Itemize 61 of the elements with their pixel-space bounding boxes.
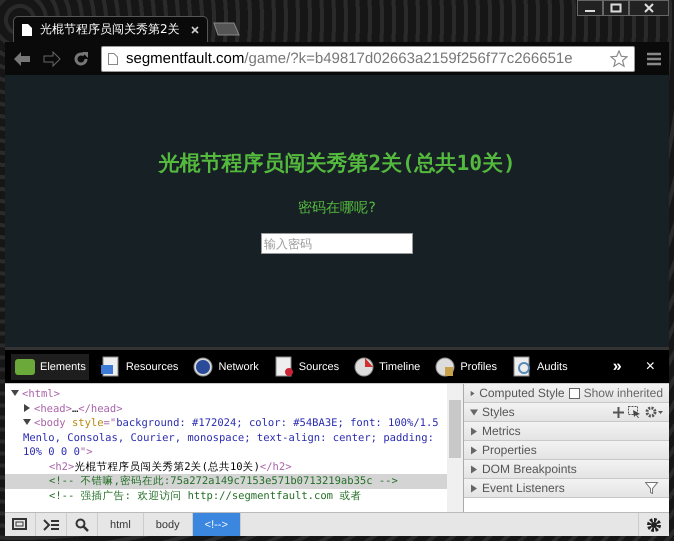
add-icon[interactable] <box>613 406 624 418</box>
expand-triangle-icon[interactable] <box>470 388 476 398</box>
devtools-tab[interactable]: Network <box>189 354 262 380</box>
devtools-tab[interactable]: Audits <box>508 354 571 380</box>
devtools-tab[interactable]: Resources <box>96 354 182 380</box>
sidebar-section[interactable]: DOM Breakpoints <box>464 460 669 479</box>
page-icon <box>22 24 32 36</box>
close-icon[interactable] <box>629 0 669 16</box>
devtools-tab[interactable]: Sources <box>270 354 342 380</box>
sidebar-section[interactable]: Styles <box>464 403 669 422</box>
sidebar-section[interactable]: Computed Style Show inherited <box>464 384 669 403</box>
expand-triangle-icon[interactable] <box>470 464 478 474</box>
sidebar-section[interactable]: Properties <box>464 441 669 460</box>
dom-line[interactable]: <body style="background: #172024; color: #54BA3E; font: 100%/1.5 Menlo, Consolas, Courier, monospace; text-align: center; padding: 10% 0 0 0"> <box>5 416 447 460</box>
panel-icon <box>353 356 376 378</box>
settings-icon[interactable] <box>645 406 663 418</box>
dom-line[interactable]: <!-- 强插广告: 欢迎访问 http://segmentfault.com 或者 <box>5 488 447 503</box>
browser-tab[interactable]: 光棍节程序员闯关秀第2关 <box>13 16 208 42</box>
sidebar-section[interactable]: Metrics <box>464 422 669 441</box>
dom-line[interactable]: <h2>光棍节程序员闯关秀第2关(总共10关)</h2> <box>5 460 447 474</box>
reload-icon[interactable] <box>73 50 89 66</box>
devtools-tab[interactable]: Elements <box>11 354 89 380</box>
devtools-tab[interactable]: Timeline <box>350 354 424 380</box>
expand-triangle-icon[interactable] <box>470 446 478 454</box>
panel-icon <box>434 356 456 378</box>
menu-icon[interactable] <box>647 52 661 66</box>
dom-line[interactable]: <html> <box>5 387 447 402</box>
dom-line[interactable]: <head>…</head> <box>5 402 447 416</box>
scrollbar[interactable] <box>447 384 463 512</box>
collapse-triangle-icon[interactable] <box>470 408 478 416</box>
select-element-icon[interactable] <box>628 406 641 418</box>
star-icon[interactable] <box>610 50 628 68</box>
devtools-tab[interactable]: Profiles <box>431 354 500 380</box>
panel-icon <box>272 356 295 378</box>
settings-icon <box>646 516 662 532</box>
expand-triangle-icon[interactable] <box>470 426 478 436</box>
address-bar[interactable]: segmentfault.com/game/?k=b49817d02663a2159f256f77c266651e <box>101 46 635 72</box>
tab-title: 光棍节程序员闯关秀第2关 <box>40 21 181 38</box>
show-inherited-label: Show inherited <box>584 386 663 400</box>
show-inherited-checkbox[interactable] <box>568 388 580 398</box>
forward-icon[interactable] <box>43 50 61 66</box>
expand-triangle-icon[interactable] <box>470 484 478 492</box>
sidebar-section[interactable]: Event Listeners <box>464 479 669 498</box>
panel-icon <box>511 356 533 378</box>
panel-icon <box>192 356 214 378</box>
more-tabs-button[interactable]: » <box>604 358 630 376</box>
back-icon[interactable] <box>13 50 31 66</box>
prompt-text: 密码在哪呢? <box>298 199 376 217</box>
url-text: segmentfault.com/game/?k=b49817d02663a2159f256f77c266651e <box>126 50 574 67</box>
page-heading: 光棍节程序员闯关秀第2关(总共10关) <box>158 150 516 177</box>
console-icon <box>43 518 59 532</box>
dock-icon <box>12 518 28 532</box>
password-field[interactable]: 输入密码 <box>261 233 413 254</box>
page-icon <box>108 52 118 64</box>
breadcrumb[interactable]: html <box>98 513 144 536</box>
maximize-icon[interactable] <box>603 0 629 16</box>
search-icon <box>75 518 89 532</box>
breadcrumb[interactable]: <!--> <box>192 513 241 536</box>
minimize-icon[interactable] <box>577 0 603 16</box>
close-button[interactable]: × <box>638 358 663 376</box>
new-tab-button[interactable] <box>212 22 240 36</box>
